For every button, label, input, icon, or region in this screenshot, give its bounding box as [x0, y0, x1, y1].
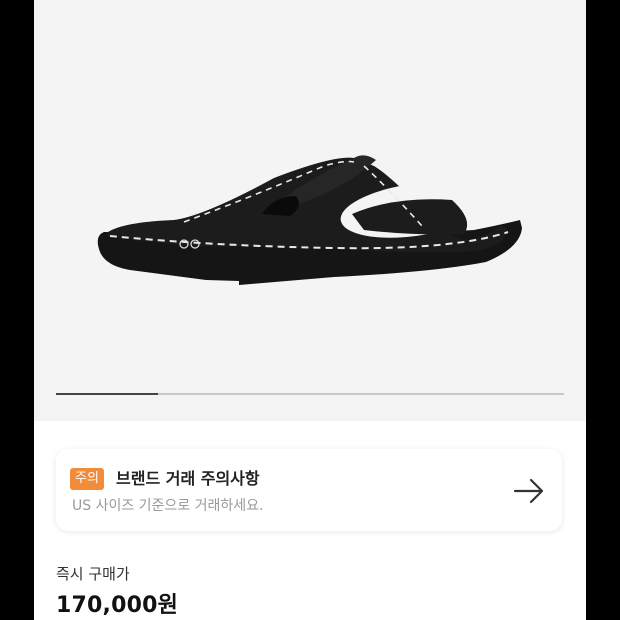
gallery-progress-track [56, 393, 564, 395]
product-image-gallery[interactable] [34, 0, 586, 421]
notice-subtitle: US 사이즈 기준으로 거래하세요. [72, 498, 264, 514]
instant-buy-price: 170,000원 [56, 593, 179, 618]
notice-title: 브랜드 거래 주의사항 [116, 469, 260, 488]
arrow-right-icon[interactable] [512, 474, 546, 508]
sandal-image [97, 155, 522, 285]
product-screen: 주의 브랜드 거래 주의사항 US 사이즈 기준으로 거래하세요. 즉시 구매가… [34, 0, 586, 620]
gallery-progress-fill [56, 393, 158, 395]
caution-badge: 주의 [70, 468, 104, 490]
instant-buy-label: 즉시 구매가 [56, 565, 130, 583]
brand-notice-card[interactable]: 주의 브랜드 거래 주의사항 US 사이즈 기준으로 거래하세요. [56, 449, 562, 531]
